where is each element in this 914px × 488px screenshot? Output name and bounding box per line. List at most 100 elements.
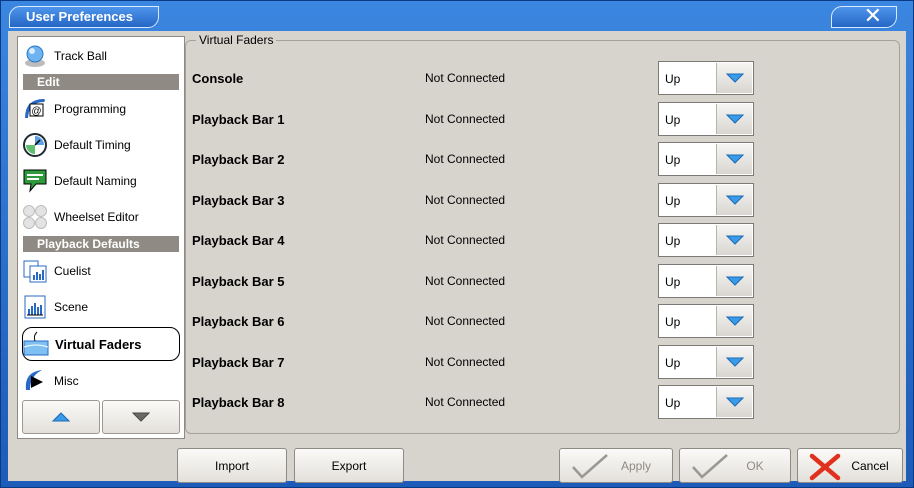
sidebar-item-virtual-faders[interactable]: Virtual Faders — [22, 327, 180, 361]
fader-name: Playback Bar 3 — [192, 192, 285, 208]
dropdown-value: Up — [665, 274, 681, 289]
sidebar-item-programming[interactable]: @ Programming — [22, 92, 180, 126]
ok-button[interactable]: OK — [679, 448, 791, 483]
arrow-down-icon — [132, 412, 150, 422]
direction-dropdown[interactable]: Up — [658, 223, 754, 257]
apply-label: Apply — [620, 458, 652, 473]
arrow-up-icon — [52, 412, 70, 422]
close-icon: ✕ — [863, 3, 882, 28]
misc-icon — [22, 368, 48, 394]
direction-dropdown[interactable]: Up — [658, 263, 754, 298]
sidebar-item-track-ball[interactable]: Track Ball — [22, 39, 180, 73]
direction-dropdown[interactable]: Up — [658, 304, 754, 338]
fader-row: Playback Bar 4 Not Connected Up — [186, 223, 901, 257]
fader-name: Playback Bar 8 — [192, 395, 285, 410]
dropdown-arrow-button[interactable] — [716, 103, 752, 134]
fader-row: Console Not Connected Up — [186, 61, 901, 95]
connection-status: Not Connected — [425, 233, 506, 247]
scene-icon — [22, 294, 48, 320]
import-label: Import — [214, 458, 249, 473]
sidebar-item-default-timing[interactable]: Default Timing — [22, 128, 180, 162]
dropdown-value: Up — [665, 355, 681, 370]
direction-dropdown[interactable]: Up — [658, 142, 754, 176]
fader-row: Playback Bar 8 Not Connected Up — [186, 385, 901, 419]
naming-icon — [22, 168, 48, 194]
chevron-down-icon — [725, 397, 744, 407]
sidebar-section-edit: Edit — [23, 74, 179, 90]
fader-name: Playback Bar 7 — [192, 354, 285, 370]
fader-name: Playback Bar 4 — [192, 233, 285, 248]
connection-status: Not Connected — [425, 71, 506, 85]
dropdown-arrow-button[interactable] — [716, 346, 752, 377]
ok-label: OK — [746, 458, 764, 473]
chevron-down-icon — [725, 195, 744, 205]
dropdown-value: Up — [665, 315, 681, 329]
connection-status: Not Connected — [425, 111, 506, 126]
group-title: Virtual Faders — [196, 33, 277, 47]
wheelset-icon — [22, 204, 48, 230]
connection-status: Not Connected — [425, 273, 506, 288]
content-area: Track Ball Edit @ Programming Default Timing… — [8, 31, 906, 483]
cancel-label: Cancel — [851, 458, 889, 473]
export-label: Export — [331, 458, 367, 473]
sidebar-item-scene[interactable]: Scene — [22, 290, 180, 324]
import-button[interactable]: Import — [177, 448, 287, 483]
sidebar-item-label: Track Ball — [54, 49, 107, 63]
apply-button[interactable]: Apply — [559, 448, 673, 483]
sidebar-section-playback-defaults: Playback Defaults — [23, 236, 179, 252]
dropdown-value: Up — [665, 396, 681, 410]
direction-dropdown[interactable]: Up — [658, 385, 754, 419]
dropdown-arrow-button[interactable] — [716, 184, 752, 215]
chevron-down-icon — [725, 154, 744, 164]
dropdown-arrow-button[interactable] — [716, 306, 752, 336]
dropdown-value: Up — [665, 72, 681, 86]
fader-name: Playback Bar 5 — [192, 273, 285, 289]
chevron-down-icon — [725, 114, 744, 124]
virtual-faders-group: Virtual Faders Console Not Connected Up Pla… — [185, 33, 901, 434]
chevron-down-icon — [725, 73, 744, 83]
cuelist-icon — [22, 258, 48, 284]
dropdown-arrow-button[interactable] — [716, 63, 752, 93]
clock-icon — [22, 132, 48, 158]
sidebar-item-label: Wheelset Editor — [54, 210, 139, 224]
sidebar-item-label: Virtual Faders — [55, 336, 142, 352]
direction-dropdown[interactable]: Up — [658, 344, 754, 379]
cancel-button[interactable]: Cancel — [797, 448, 903, 483]
connection-status: Not Connected — [425, 192, 506, 207]
connection-status: Not Connected — [425, 395, 506, 409]
title-bar: User Preferences ✕ — [1, 1, 913, 31]
fader-row: Playback Bar 6 Not Connected Up — [186, 304, 901, 338]
direction-dropdown[interactable]: Up — [658, 182, 754, 217]
sidebar-item-label: Cuelist — [54, 264, 91, 278]
dropdown-arrow-button[interactable] — [716, 225, 752, 255]
dropdown-value: Up — [665, 112, 681, 127]
dropdown-value: Up — [665, 153, 681, 167]
dropdown-arrow-button[interactable] — [716, 265, 752, 296]
scroll-up-button[interactable] — [22, 400, 100, 434]
sidebar-item-wheelset-editor[interactable]: Wheelset Editor — [22, 200, 180, 234]
chevron-down-icon — [725, 276, 744, 286]
direction-dropdown[interactable]: Up — [658, 101, 754, 136]
trackball-icon — [22, 43, 48, 69]
sidebar-item-default-naming[interactable]: Default Naming — [22, 164, 180, 198]
sidebar-item-label: Default Naming — [54, 174, 137, 188]
dropdown-arrow-button[interactable] — [716, 144, 752, 174]
direction-dropdown[interactable]: Up — [658, 61, 754, 95]
sidebar-item-cuelist[interactable]: Cuelist — [22, 254, 180, 288]
user-preferences-window: User Preferences ✕ Track Ball Edit @ Progra… — [0, 0, 914, 488]
fader-name: Playback Bar 1 — [192, 111, 285, 127]
checkmark-icon — [572, 454, 608, 479]
sidebar-item-misc[interactable]: Misc — [22, 364, 180, 398]
chevron-down-icon — [725, 235, 744, 245]
dropdown-value: Up — [665, 234, 681, 248]
programming-icon: @ — [22, 96, 48, 122]
dropdown-arrow-button[interactable] — [716, 387, 752, 417]
sidebar-item-label: Misc — [54, 374, 79, 388]
export-button[interactable]: Export — [294, 448, 404, 483]
sidebar-item-label: Programming — [54, 102, 127, 116]
fader-row: Playback Bar 3 Not Connected Up — [186, 182, 901, 217]
sidebar: Track Ball Edit @ Programming Default Timing… — [17, 36, 185, 439]
sidebar-item-label: Default Timing — [54, 138, 131, 152]
scroll-down-button[interactable] — [102, 400, 180, 434]
close-button[interactable]: ✕ — [831, 3, 897, 28]
